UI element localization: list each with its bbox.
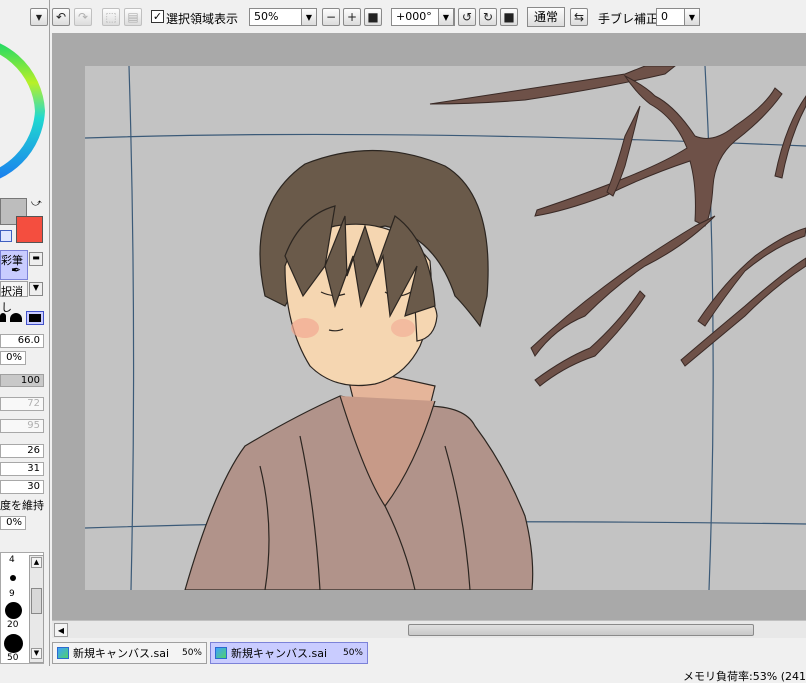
- tool-panel: ⤻ 彩筆 ✒ ▬ 択消し ▼ 66.0 0% 100 72 95 26 31 3…: [0, 0, 50, 668]
- figure: [184, 149, 534, 590]
- memory-usage-text: メモリ負荷率:53% (241: [683, 670, 806, 683]
- zoom-in-button[interactable]: +: [343, 8, 361, 26]
- scroll-left-arrow[interactable]: ◀: [54, 623, 68, 637]
- blend-slider[interactable]: 72: [0, 397, 44, 411]
- document-tab-1[interactable]: 新規キャンバス.sai 50%: [52, 642, 207, 664]
- undo-button[interactable]: ↶: [52, 8, 70, 26]
- horizontal-scrollbar[interactable]: ◀: [52, 620, 806, 638]
- horizontal-scroll-thumb[interactable]: [408, 624, 754, 636]
- zoom-dropdown-arrow[interactable]: ▼: [301, 8, 317, 26]
- rotation-dropdown-arrow[interactable]: ▼: [438, 8, 454, 26]
- reset-icon: ■: [503, 10, 515, 24]
- deselect-button[interactable]: ⬚: [102, 8, 120, 26]
- plus-icon: +: [346, 10, 358, 24]
- canvas-file-icon: [57, 647, 69, 659]
- document-tab-zoom: 50%: [181, 648, 202, 658]
- brush-dot-4: [10, 575, 16, 581]
- paint-tool-sai-window: ⤻ 彩筆 ✒ ▬ 択消し ▼ 66.0 0% 100 72 95 26 31 3…: [0, 0, 806, 683]
- toolbar: ▼ ↶ ↷ ⬚ ▤ ✓ 選択領域表示 50% ▼ − + ■ +000° ▼ ↺…: [30, 0, 806, 32]
- drawing-canvas[interactable]: [85, 66, 806, 590]
- tree-branches: [429, 66, 806, 387]
- min-size-field[interactable]: 0%: [0, 351, 26, 365]
- brush-size-4[interactable]: 4: [9, 555, 15, 565]
- undo-icon: ↶: [55, 10, 67, 24]
- invert-selection-button[interactable]: ▤: [124, 8, 142, 26]
- zoom-out-button[interactable]: −: [322, 8, 340, 26]
- dilution-slider[interactable]: 95: [0, 419, 44, 433]
- persistence-field[interactable]: 26: [0, 444, 44, 458]
- tool-scroll-down[interactable]: ▼: [29, 282, 43, 296]
- rotate-reset-button[interactable]: ■: [500, 8, 518, 26]
- brush-size-20[interactable]: 20: [7, 620, 18, 630]
- value-field-31[interactable]: 31: [0, 462, 44, 476]
- density-slider[interactable]: 100: [0, 374, 44, 387]
- tool-item-eraser[interactable]: 択消し: [0, 281, 28, 314]
- transparent-color-icon[interactable]: [0, 230, 12, 242]
- brush-list-scrollbar[interactable]: ▲ ▼: [29, 555, 44, 663]
- redo-button[interactable]: ↷: [74, 8, 92, 26]
- canvas-workspace[interactable]: [52, 33, 806, 620]
- artwork: [85, 66, 806, 590]
- brush-size-50[interactable]: 50: [7, 653, 18, 663]
- stabilizer-dropdown-arrow[interactable]: ▼: [684, 8, 700, 26]
- canvas-file-icon: [215, 647, 227, 659]
- brush-dot-50: [4, 634, 23, 653]
- keep-opacity-label[interactable]: 度を維持: [0, 497, 44, 513]
- brush-shape-3[interactable]: [26, 311, 44, 325]
- brush-shape-2[interactable]: [10, 313, 22, 322]
- brush-size-field[interactable]: 66.0: [0, 334, 44, 348]
- redo-icon: ↷: [77, 10, 89, 24]
- zoom-reset-button[interactable]: ■: [364, 8, 382, 26]
- swap-colors-icon[interactable]: ⤻: [31, 198, 42, 209]
- show-selection-checkbox[interactable]: ✓: [151, 10, 164, 23]
- brush-icon: ✒: [11, 263, 22, 277]
- deselect-icon: ⬚: [105, 10, 117, 24]
- percent-field[interactable]: 0%: [0, 516, 26, 530]
- brush-size-9[interactable]: 9: [9, 589, 15, 599]
- blend-mode-label: 通常: [533, 10, 558, 24]
- rotate-left-button[interactable]: ↺: [458, 8, 476, 26]
- document-tab-zoom: 50%: [342, 648, 363, 658]
- document-tab-bar: 新規キャンバス.sai 50% 新規キャンバス.sai 50%: [50, 638, 806, 666]
- reset-icon: ■: [367, 10, 379, 24]
- brush-shape-1[interactable]: [0, 313, 6, 322]
- flip-canvas-button[interactable]: ⇆: [570, 8, 588, 26]
- blend-mode-button[interactable]: 通常: [527, 7, 565, 27]
- flip-icon: ⇆: [573, 10, 585, 24]
- tool-scroll-up[interactable]: ▬: [29, 252, 43, 266]
- tool-item-brush[interactable]: 彩筆 ✒: [0, 250, 28, 280]
- document-tab-label: 新規キャンバス.sai: [231, 647, 328, 660]
- stabilizer-label: 手ブレ補正: [598, 12, 659, 26]
- status-bar: メモリ負荷率:53% (241: [0, 666, 806, 683]
- rotate-right-icon: ↻: [482, 10, 494, 24]
- document-tab-label: 新規キャンバス.sai: [73, 647, 170, 660]
- menu-toggle-button[interactable]: ▼: [30, 8, 48, 26]
- value-field-30[interactable]: 30: [0, 480, 44, 494]
- invert-selection-icon: ▤: [127, 10, 139, 24]
- color-wheel[interactable]: [0, 36, 46, 186]
- brush-dot-20: [5, 602, 22, 619]
- rotate-left-icon: ↺: [461, 10, 473, 24]
- foreground-color-swatch[interactable]: [16, 216, 43, 243]
- minus-icon: −: [325, 10, 337, 24]
- document-tab-2[interactable]: 新規キャンバス.sai 50%: [210, 642, 368, 664]
- rotate-right-button[interactable]: ↻: [479, 8, 497, 26]
- show-selection-label[interactable]: 選択領域表示: [166, 10, 238, 27]
- brush-shape-row[interactable]: [0, 311, 46, 325]
